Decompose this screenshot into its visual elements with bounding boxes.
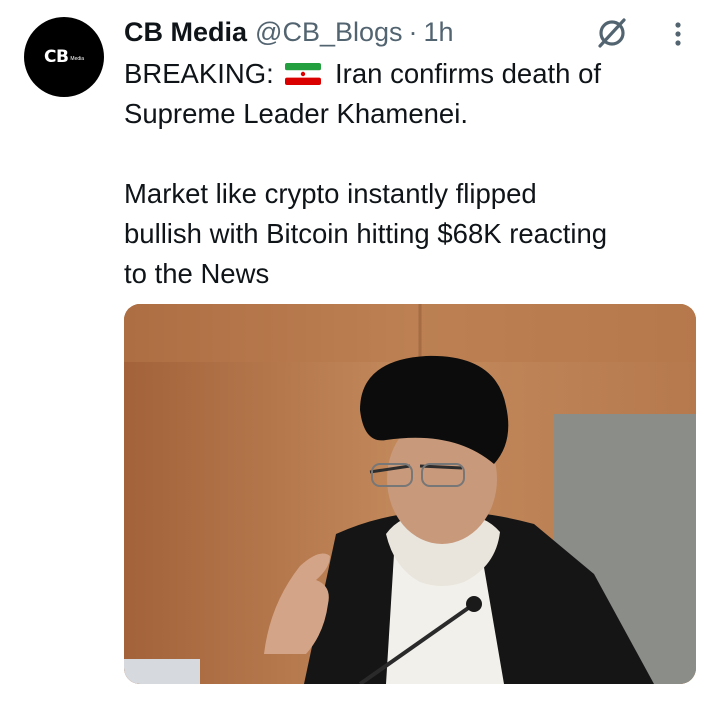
avatar-logo-text: CB: [43, 47, 69, 67]
author-name[interactable]: CB Media: [124, 17, 247, 48]
timestamp[interactable]: 1h: [424, 17, 454, 48]
tweet-header: CB Media @CB_Blogs · 1h: [124, 14, 454, 50]
photo-illustration: [124, 304, 696, 684]
tweet-media-image[interactable]: [124, 304, 696, 684]
iran-flag-icon: [285, 63, 322, 85]
author-handle[interactable]: @CB_Blogs: [255, 17, 402, 48]
text-line2: Supreme Leader Khamenei.: [124, 98, 468, 129]
more-vertical-icon[interactable]: [666, 18, 690, 50]
text-prefix: BREAKING:: [124, 58, 282, 89]
avatar[interactable]: CB Media: [24, 17, 104, 97]
tweet-text: BREAKING: Iran confirms death of Supreme…: [124, 54, 704, 294]
text-paragraph2: Market like crypto instantly flipped bul…: [124, 178, 608, 289]
text-line1: Iran confirms death of: [327, 58, 602, 89]
grok-icon[interactable]: [592, 16, 632, 50]
avatar-logo-subtext: Media: [70, 56, 85, 62]
separator-dot: ·: [408, 16, 418, 47]
